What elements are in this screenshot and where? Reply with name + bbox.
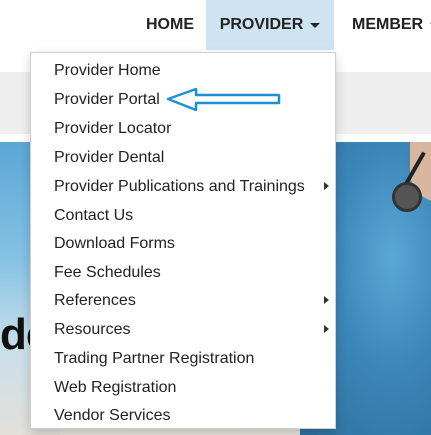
top-nav: HOME PROVIDER MEMBER — [0, 0, 431, 50]
menu-item-web-registration[interactable]: Web Registration — [31, 373, 335, 402]
nav-provider[interactable]: PROVIDER — [206, 0, 334, 50]
menu-item-provider-publications[interactable]: Provider Publications and Trainings — [31, 172, 335, 201]
menu-item-provider-portal[interactable]: Provider Portal — [31, 85, 335, 114]
chevron-right-icon — [324, 325, 329, 333]
menu-item-label: Provider Home — [54, 61, 161, 79]
menu-item-label: Fee Schedules — [54, 263, 161, 281]
menu-item-label: Provider Dental — [54, 148, 165, 166]
menu-item-label: Contact Us — [54, 206, 134, 224]
stethoscope-icon — [392, 182, 422, 212]
menu-item-vendor-services[interactable]: Vendor Services — [31, 401, 335, 430]
menu-item-resources[interactable]: Resources — [31, 315, 335, 344]
nav-member-label: MEMBER — [352, 16, 424, 33]
menu-item-provider-dental[interactable]: Provider Dental — [31, 143, 335, 172]
menu-item-fee-schedules[interactable]: Fee Schedules — [31, 258, 335, 287]
menu-item-label: References — [54, 291, 136, 309]
nav-provider-label: PROVIDER — [219, 16, 304, 33]
menu-item-label: Download Forms — [54, 234, 175, 252]
menu-item-references[interactable]: References — [31, 286, 335, 315]
menu-item-label: Provider Locator — [54, 119, 172, 137]
menu-item-label: Provider Portal — [54, 90, 160, 108]
menu-item-label: Resources — [54, 320, 131, 338]
menu-item-contact-us[interactable]: Contact Us — [31, 201, 335, 230]
menu-item-provider-locator[interactable]: Provider Locator — [31, 114, 335, 143]
menu-item-label: Trading Partner Registration — [54, 349, 255, 367]
provider-dropdown-menu: Provider Home Provider Portal Provider L… — [30, 52, 336, 429]
nav-member[interactable]: MEMBER — [352, 0, 431, 50]
nav-home[interactable]: HOME — [146, 0, 194, 50]
chevron-right-icon — [324, 182, 329, 190]
nav-home-label: HOME — [146, 16, 194, 33]
chevron-right-icon — [324, 296, 329, 304]
menu-item-label: Provider Publications and Trainings — [54, 177, 305, 195]
menu-item-provider-home[interactable]: Provider Home — [31, 56, 335, 85]
menu-item-download-forms[interactable]: Download Forms — [31, 229, 335, 258]
menu-item-label: Web Registration — [54, 378, 177, 396]
menu-item-trading-partner-registration[interactable]: Trading Partner Registration — [31, 344, 335, 373]
menu-item-label: Vendor Services — [54, 406, 171, 424]
caret-down-icon — [310, 22, 321, 28]
